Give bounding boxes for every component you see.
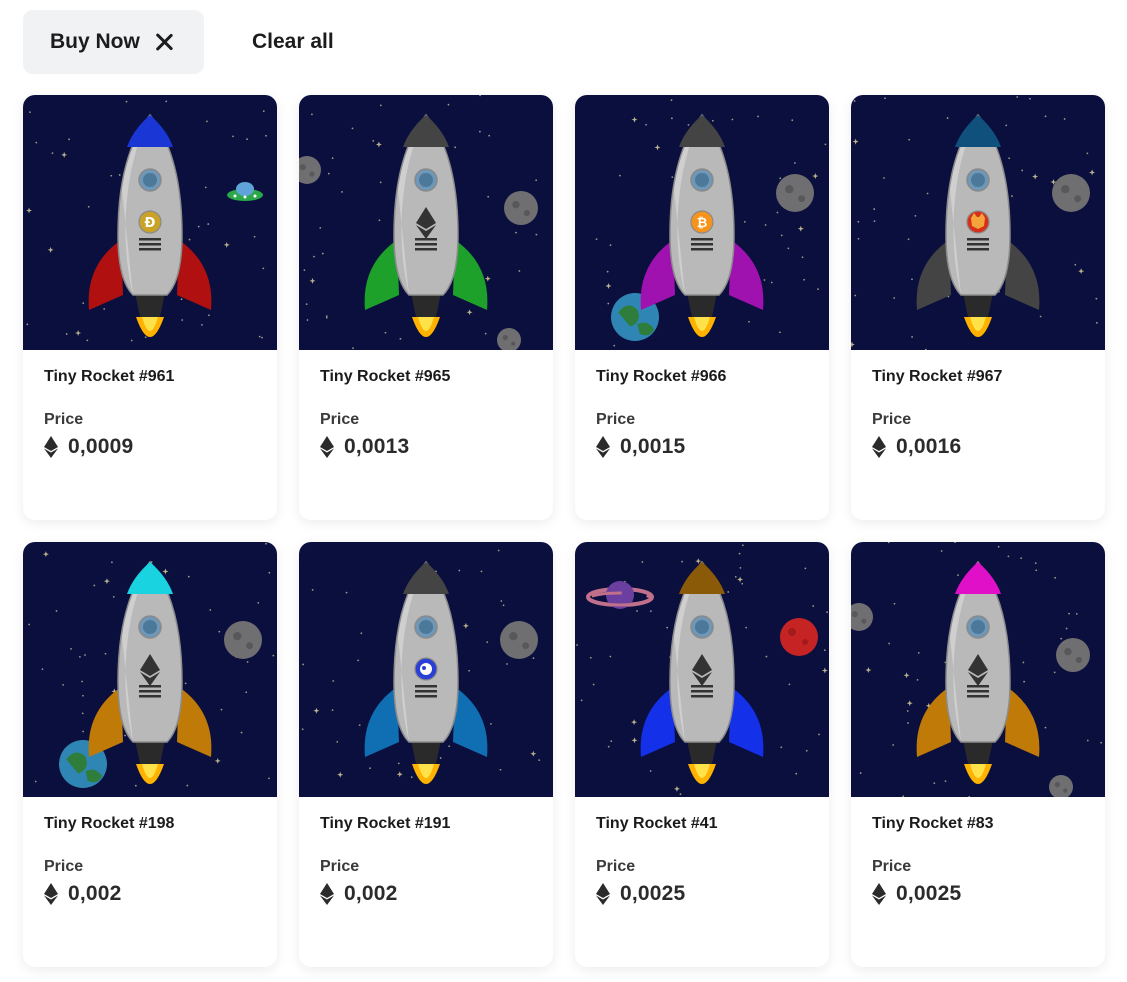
nft-artwork [23,542,277,797]
price-value: 0,0025 [896,882,962,905]
nft-name: Tiny Rocket #83 [872,815,994,832]
filter-bar: Buy Now Clear all [23,10,334,74]
price-value: 0,002 [344,882,398,905]
clear-all-button[interactable]: Clear all [252,30,334,54]
price-label: Price [320,858,360,875]
svg-text:Ð: Ð [145,216,156,231]
nft-card-info: Tiny Rocket #966 Price 0,0015 [575,350,829,459]
nft-card[interactable]: Tiny Rocket #967 Price 0,0016 [851,95,1105,520]
buy-now-filter-chip[interactable]: Buy Now [23,10,204,74]
nft-name: Tiny Rocket #966 [596,368,727,385]
price-row: 0,0013 [320,435,532,459]
nft-name: Tiny Rocket #961 [44,368,175,385]
ethereum-icon [320,883,334,905]
nft-card[interactable]: Tiny Rocket #198 Price 0,002 [23,542,277,967]
nft-card-info: Tiny Rocket #961 Price 0,0009 [23,350,277,459]
nft-name: Tiny Rocket #41 [596,815,718,832]
nft-card-info: Tiny Rocket #965 Price 0,0013 [299,350,553,459]
price-value: 0,0016 [896,435,962,458]
price-row: 0,002 [320,882,532,906]
price-value: 0,0025 [620,882,686,905]
price-row: 0,0016 [872,435,1084,459]
price-row: 0,0015 [596,435,808,459]
nft-card[interactable]: Tiny Rocket #41 Price 0,0025 [575,542,829,967]
ethereum-icon [872,883,886,905]
nft-card[interactable]: Tiny Rocket #83 Price 0,0025 [851,542,1105,967]
ethereum-icon [872,436,886,458]
price-label: Price [44,411,84,428]
nft-artwork [299,95,553,350]
buy-now-chip-label: Buy Now [50,30,140,53]
ethereum-icon [596,436,610,458]
svg-text:₿: ₿ [697,216,708,231]
nft-card-info: Tiny Rocket #41 Price 0,0025 [575,797,829,906]
nft-card[interactable]: Ð Tiny Rocket #961 Price 0,0009 [23,95,277,520]
nft-artwork: ₿ [575,95,829,350]
price-label: Price [44,858,84,875]
price-row: 0,002 [44,882,256,906]
nft-card-info: Tiny Rocket #198 Price 0,002 [23,797,277,906]
nft-name: Tiny Rocket #198 [44,815,175,832]
price-row: 0,0025 [872,882,1084,906]
ethereum-icon [44,883,58,905]
price-value: 0,0013 [344,435,410,458]
nft-card-info: Tiny Rocket #191 Price 0,002 [299,797,553,906]
ethereum-icon [320,436,334,458]
price-label: Price [872,411,912,428]
nft-name: Tiny Rocket #965 [320,368,451,385]
close-icon[interactable] [154,32,174,52]
nft-card[interactable]: ₿ Tiny Rocket #966 Price 0,0015 [575,95,829,520]
price-label: Price [596,858,636,875]
nft-name: Tiny Rocket #191 [320,815,451,832]
price-row: 0,0025 [596,882,808,906]
price-label: Price [320,411,360,428]
nft-grid: Ð Tiny Rocket #961 Price 0,0009 Tiny Roc… [23,95,1105,967]
price-value: 0,002 [68,882,122,905]
nft-artwork [575,542,829,797]
nft-artwork [299,542,553,797]
ethereum-icon [44,436,58,458]
price-label: Price [872,858,912,875]
nft-artwork [851,542,1105,797]
nft-card[interactable]: Tiny Rocket #965 Price 0,0013 [299,95,553,520]
nft-card-info: Tiny Rocket #967 Price 0,0016 [851,350,1105,459]
nft-card[interactable]: Tiny Rocket #191 Price 0,002 [299,542,553,967]
nft-artwork [851,95,1105,350]
nft-name: Tiny Rocket #967 [872,368,1003,385]
nft-artwork: Ð [23,95,277,350]
price-row: 0,0009 [44,435,256,459]
nft-card-info: Tiny Rocket #83 Price 0,0025 [851,797,1105,906]
price-value: 0,0009 [68,435,134,458]
price-label: Price [596,411,636,428]
price-value: 0,0015 [620,435,686,458]
ethereum-icon [596,883,610,905]
